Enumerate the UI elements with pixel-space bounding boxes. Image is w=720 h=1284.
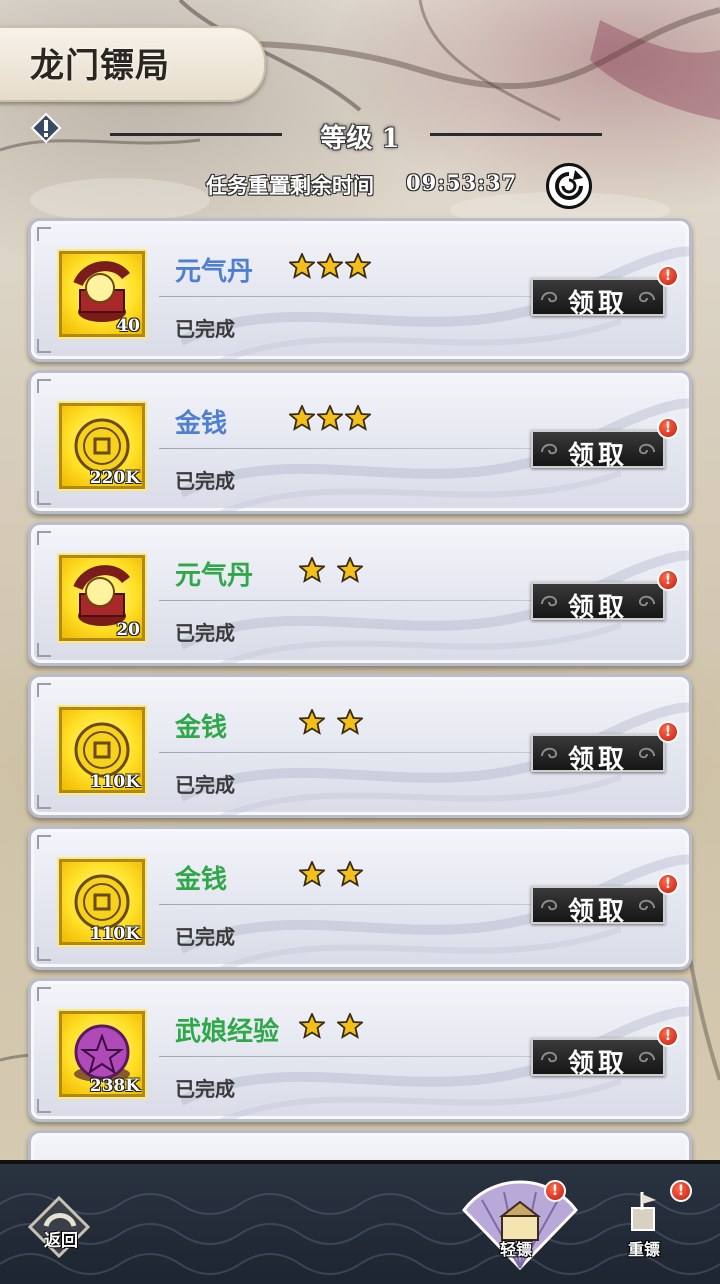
reward-quantity: 110K	[89, 924, 140, 944]
back-label: 返回	[44, 1231, 78, 1251]
reward-item-slot[interactable]: 220K	[59, 403, 145, 489]
star-icon	[299, 1013, 325, 1039]
reward-item-slot[interactable]: 40	[59, 251, 145, 337]
claim-alert-badge: !	[657, 721, 679, 743]
claim-button[interactable]: 领取	[531, 734, 665, 775]
task-card: 40 元气丹已完成 领取!	[28, 218, 692, 362]
heavy-escort-icon[interactable]	[622, 1190, 662, 1238]
claim-button-label: 领取	[567, 593, 628, 623]
bottom-navigation	[0, 1160, 720, 1284]
star-icon	[337, 861, 363, 887]
reward-item-name: 武娘经验	[175, 1017, 280, 1047]
reward-item-name: 金钱	[175, 409, 228, 439]
light-escort-alert-badge: !	[544, 1180, 566, 1202]
reward-item-name: 金钱	[175, 865, 228, 895]
star-icon	[337, 557, 363, 583]
wave-pattern	[0, 1193, 720, 1275]
reward-quantity: 238K	[89, 1076, 140, 1096]
reward-quantity: 110K	[89, 772, 140, 792]
task-card: 110K 金钱已完成 领取!	[28, 826, 692, 970]
star-icon	[337, 709, 363, 735]
reward-item-slot[interactable]: 238K	[59, 1011, 145, 1097]
reward-quantity: 40	[116, 316, 140, 336]
card-corner	[37, 835, 51, 849]
task-card-partial	[28, 1130, 692, 1160]
claim-alert-badge: !	[657, 873, 679, 895]
claim-button[interactable]: 领取	[531, 1038, 665, 1079]
claim-button-label: 领取	[567, 441, 628, 471]
claim-button[interactable]: 领取	[531, 430, 665, 471]
star-rating	[299, 1013, 363, 1039]
task-card: 20 元气丹已完成 领取!	[28, 522, 692, 666]
claim-button-label: 领取	[567, 1049, 628, 1079]
star-icon	[317, 405, 343, 431]
tab-heavy-escort-label: 重镖	[628, 1240, 661, 1259]
claim-button-label: 领取	[567, 745, 628, 775]
card-corner	[37, 531, 51, 545]
star-icon	[345, 253, 371, 279]
reward-quantity: 20	[116, 620, 140, 640]
star-icon	[345, 405, 371, 431]
card-corner	[37, 795, 51, 809]
star-rating	[289, 253, 371, 279]
task-status: 已完成	[175, 469, 235, 493]
reward-item-name: 元气丹	[175, 561, 254, 591]
claim-button-label: 领取	[567, 897, 628, 927]
tab-light-escort-label: 轻镖	[500, 1240, 533, 1259]
card-corner	[37, 683, 51, 697]
card-corner	[37, 643, 51, 657]
claim-alert-badge: !	[657, 265, 679, 287]
star-icon	[299, 709, 325, 735]
star-icon	[289, 253, 315, 279]
reward-item-name: 元气丹	[175, 257, 254, 287]
star-icon	[299, 557, 325, 583]
claim-button-label: 领取	[567, 289, 628, 319]
claim-alert-badge: !	[657, 417, 679, 439]
task-status: 已完成	[175, 317, 235, 341]
task-list[interactable]: 40 元气丹 已完成 领取! 220K 金钱 已完成 领取! 20 元气丹 已完成 领取! 110K 金钱…	[0, 0, 720, 1160]
claim-alert-badge: !	[657, 1025, 679, 1047]
star-rating	[289, 405, 371, 431]
reward-item-name: 金钱	[175, 713, 228, 743]
task-status: 已完成	[175, 773, 235, 797]
reward-item-slot[interactable]: 20	[59, 555, 145, 641]
reward-item-slot[interactable]: 110K	[59, 859, 145, 945]
card-corner	[37, 947, 51, 961]
task-card: 110K 金钱已完成 领取!	[28, 674, 692, 818]
star-icon	[317, 253, 343, 279]
card-corner	[37, 379, 51, 393]
task-card: 220K 金钱已完成 领取!	[28, 370, 692, 514]
claim-button[interactable]: 领取	[531, 582, 665, 623]
reward-item-slot[interactable]: 110K	[59, 707, 145, 793]
star-rating	[299, 709, 363, 735]
card-corner	[37, 987, 51, 1001]
reward-quantity: 220K	[89, 468, 140, 488]
star-rating	[299, 557, 363, 583]
star-icon	[289, 405, 315, 431]
claim-alert-badge: !	[657, 569, 679, 591]
task-card: 238K 武娘经验已完成 领取!	[28, 978, 692, 1122]
card-corner	[37, 339, 51, 353]
card-corner	[37, 491, 51, 505]
star-rating	[299, 861, 363, 887]
star-icon	[337, 1013, 363, 1039]
claim-button[interactable]: 领取	[531, 886, 665, 927]
heavy-escort-alert-badge: !	[670, 1180, 692, 1202]
task-status: 已完成	[175, 1077, 235, 1101]
task-status: 已完成	[175, 925, 235, 949]
card-corner	[37, 1099, 51, 1113]
claim-button[interactable]: 领取	[531, 278, 665, 319]
task-status: 已完成	[175, 621, 235, 645]
card-corner	[37, 227, 51, 241]
star-icon	[299, 861, 325, 887]
